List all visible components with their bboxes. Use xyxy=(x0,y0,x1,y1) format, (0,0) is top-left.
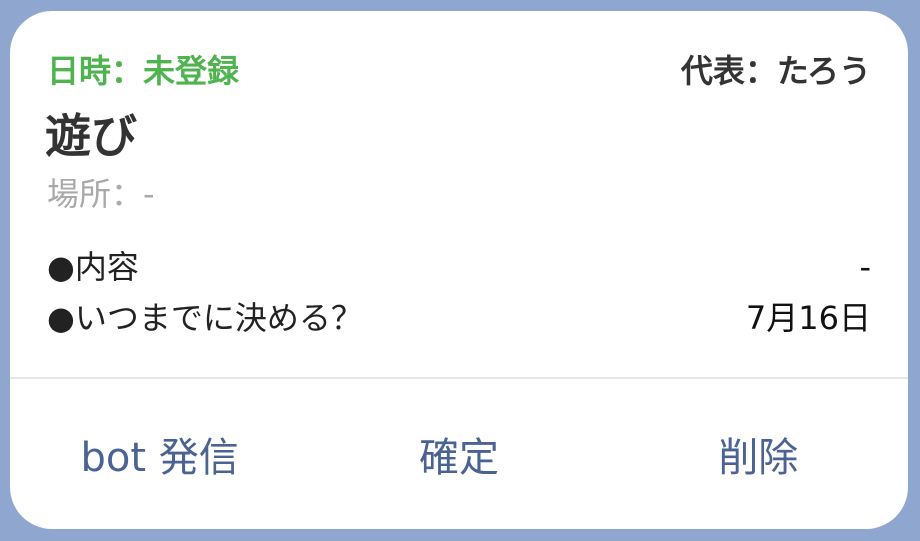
detail-row-content: ●内容 - xyxy=(47,245,871,289)
representative: 代表：たろう xyxy=(680,52,871,90)
bot-post-button[interactable]: bot 発信 xyxy=(10,379,309,529)
date-status: 日時：未登録 xyxy=(47,52,240,90)
detail-label-content: ●内容 xyxy=(47,248,139,286)
action-bar: bot 発信 確定 削除 xyxy=(10,379,908,529)
delete-button[interactable]: 削除 xyxy=(609,379,908,529)
confirm-button[interactable]: 確定 xyxy=(309,379,608,529)
detail-value-deadline: 7月16日 xyxy=(745,299,871,337)
detail-value-content: - xyxy=(859,248,871,286)
detail-label-deadline: ●いつまでに決める？ xyxy=(47,299,363,337)
detail-row-deadline: ●いつまでに決める？ 7月16日 xyxy=(47,296,871,340)
event-title: 遊び xyxy=(45,109,137,163)
event-place: 場所：- xyxy=(47,175,155,213)
event-card: 日時：未登録 代表：たろう 遊び 場所：- ●内容 - ●いつまでに決める？ 7… xyxy=(10,11,908,529)
